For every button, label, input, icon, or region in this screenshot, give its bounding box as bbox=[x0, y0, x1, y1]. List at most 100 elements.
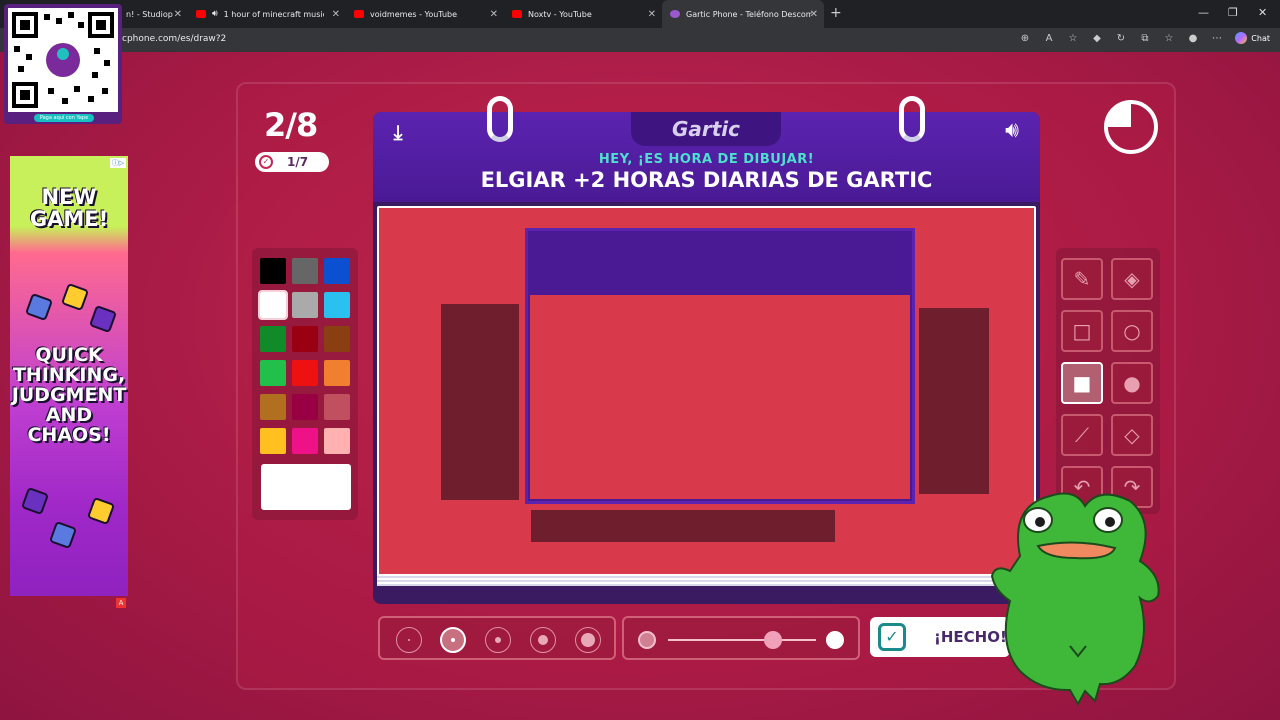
browser-tab[interactable]: Noxtv - YouTube ✕ bbox=[504, 0, 662, 28]
pencil-tool[interactable]: ✎ bbox=[1061, 258, 1103, 300]
advertisement-banner[interactable]: ⓘ▷ NEW GAME! QUICK THINKING, JUDGMENT AN… bbox=[10, 156, 128, 596]
close-icon[interactable]: ✕ bbox=[810, 9, 818, 20]
drawn-shape bbox=[530, 295, 910, 499]
browser-tab[interactable]: 🔊︎ 1 hour of minecraft music for ✕ bbox=[188, 0, 346, 28]
opacity-min-icon bbox=[638, 631, 656, 649]
speaker-icon[interactable]: 🔊︎ bbox=[212, 9, 218, 19]
tab-label: Gartic Phone - Teléfono Descomp bbox=[686, 9, 812, 19]
binder-ring bbox=[899, 96, 925, 142]
brush-size-option[interactable] bbox=[485, 627, 511, 653]
drawn-shape bbox=[525, 228, 915, 504]
browser-tab[interactable]: voidmemes - YouTube ✕ bbox=[346, 0, 504, 28]
gartic-logo: Gartic bbox=[631, 112, 781, 146]
more-icon[interactable]: ⋯ bbox=[1210, 33, 1224, 44]
minimize-icon[interactable]: — bbox=[1198, 6, 1209, 19]
color-swatch[interactable] bbox=[324, 258, 350, 284]
filled-ellipse-tool[interactable]: ● bbox=[1111, 362, 1153, 404]
browser-tab-active[interactable]: Gartic Phone - Teléfono Descomp ✕ bbox=[662, 0, 824, 28]
read-aloud-icon[interactable]: A bbox=[1042, 33, 1056, 44]
color-swatch[interactable] bbox=[324, 428, 350, 454]
url-field[interactable]: cphone.com/es/draw?2 bbox=[122, 34, 226, 44]
close-window-icon[interactable]: ✕ bbox=[1258, 6, 1267, 19]
ad-choices-icon[interactable]: ⓘ▷ bbox=[110, 158, 126, 168]
tab-label: Noxtv - YouTube bbox=[528, 9, 592, 19]
color-swatch[interactable] bbox=[292, 258, 318, 284]
brush-size-option[interactable] bbox=[396, 627, 422, 653]
opacity-slider[interactable] bbox=[622, 616, 860, 660]
color-swatch[interactable] bbox=[260, 258, 286, 284]
gem-icon bbox=[60, 282, 90, 312]
fill-bucket-tool[interactable]: ◇ bbox=[1111, 414, 1153, 456]
zoom-icon[interactable]: ⊕ bbox=[1018, 33, 1032, 44]
brush-size-option-selected[interactable] bbox=[440, 627, 466, 653]
tab-label: 1 hour of minecraft music for bbox=[223, 9, 324, 19]
tab-label: voidmemes - YouTube bbox=[370, 9, 458, 19]
drawing-board: Gartic ⤓ 🔊︎ HEY, ¡ES HORA DE DIBUJAR! EL… bbox=[373, 96, 1040, 604]
line-tool[interactable]: ⟋ bbox=[1061, 414, 1103, 456]
qr-overlay: Paga aquí con Yape bbox=[4, 4, 122, 124]
chat-label: Chat bbox=[1251, 33, 1270, 43]
color-swatch[interactable] bbox=[260, 326, 286, 352]
qr-caption: Paga aquí con Yape bbox=[34, 114, 94, 122]
youtube-icon bbox=[196, 10, 206, 18]
color-swatch[interactable] bbox=[324, 394, 350, 420]
color-swatch[interactable] bbox=[292, 394, 318, 420]
copilot-chat-button[interactable]: Chat bbox=[1235, 32, 1270, 44]
drawn-shape bbox=[531, 510, 835, 542]
color-swatch[interactable] bbox=[292, 292, 318, 318]
color-swatch[interactable] bbox=[324, 292, 350, 318]
tool-panel: ✎ ◈ □ ○ ■ ● ⟋ ◇ ↶ ↷ bbox=[1056, 248, 1160, 514]
current-color-preview bbox=[261, 464, 351, 510]
ellipse-tool[interactable]: ○ bbox=[1111, 310, 1153, 352]
brush-size-selector bbox=[378, 616, 616, 660]
address-bar: cphone.com/es/draw?2 ⊕ A ☆ ◆ ↻ ⧉ ☆ ● ⋯ C… bbox=[0, 28, 1280, 52]
frog-sticker bbox=[990, 492, 1160, 707]
close-icon[interactable]: ✕ bbox=[490, 9, 498, 20]
players-done-count: 1/7 bbox=[287, 155, 309, 169]
extensions-icon[interactable]: ⧉ bbox=[1138, 33, 1152, 44]
opacity-slider-thumb[interactable] bbox=[764, 631, 782, 649]
opacity-track[interactable] bbox=[668, 639, 816, 641]
color-swatch[interactable] bbox=[260, 428, 286, 454]
restore-icon[interactable]: ❐ bbox=[1228, 6, 1238, 19]
color-swatch[interactable] bbox=[292, 326, 318, 352]
eraser-tool[interactable]: ◈ bbox=[1111, 258, 1153, 300]
board-header: Gartic ⤓ 🔊︎ HEY, ¡ES HORA DE DIBUJAR! EL… bbox=[373, 112, 1040, 202]
drawing-canvas[interactable] bbox=[377, 206, 1036, 576]
refresh-icon[interactable]: ↻ bbox=[1114, 33, 1128, 44]
volume-icon[interactable]: 🔊︎ bbox=[994, 118, 1030, 146]
color-swatch[interactable] bbox=[260, 360, 286, 386]
drawn-shape bbox=[441, 304, 519, 500]
color-swatch[interactable] bbox=[324, 326, 350, 352]
new-tab-button[interactable]: + bbox=[830, 5, 842, 21]
color-swatch[interactable] bbox=[258, 290, 288, 320]
favorite-icon[interactable]: ☆ bbox=[1066, 33, 1080, 44]
close-icon[interactable]: ✕ bbox=[332, 9, 340, 20]
check-icon: ✓ bbox=[259, 155, 273, 169]
gem-icon bbox=[86, 496, 116, 526]
color-swatch[interactable] bbox=[324, 360, 350, 386]
timer-icon bbox=[1104, 100, 1158, 154]
profile-icon[interactable]: ● bbox=[1186, 33, 1200, 44]
filled-rectangle-tool[interactable]: ■ bbox=[1061, 362, 1103, 404]
brush-size-option[interactable] bbox=[575, 627, 601, 653]
opacity-max-icon bbox=[826, 631, 844, 649]
color-swatch[interactable] bbox=[292, 428, 318, 454]
close-icon[interactable]: ✕ bbox=[648, 9, 656, 20]
rectangle-tool[interactable]: □ bbox=[1061, 310, 1103, 352]
drawn-shape bbox=[919, 308, 989, 494]
color-swatch[interactable] bbox=[292, 360, 318, 386]
browser-tab[interactable]: n! - Studiop ✕ bbox=[118, 0, 188, 28]
favorites-icon[interactable]: ☆ bbox=[1162, 33, 1176, 44]
qr-code bbox=[8, 8, 118, 112]
gem-icon bbox=[48, 520, 78, 550]
drawing-prompt: ELGIAR +2 HORAS DIARIAS DE GARTIC bbox=[480, 168, 933, 192]
ad-badge-icon[interactable]: A bbox=[116, 598, 126, 608]
download-icon[interactable]: ⤓ bbox=[385, 120, 411, 146]
extension-icon[interactable]: ◆ bbox=[1090, 33, 1104, 44]
color-swatch[interactable] bbox=[260, 394, 286, 420]
round-counter: 2/8 bbox=[264, 106, 318, 144]
close-icon[interactable]: ✕ bbox=[174, 9, 182, 20]
brush-size-option[interactable] bbox=[530, 627, 556, 653]
done-button[interactable]: ✓ ¡HECHO! bbox=[870, 617, 1010, 657]
